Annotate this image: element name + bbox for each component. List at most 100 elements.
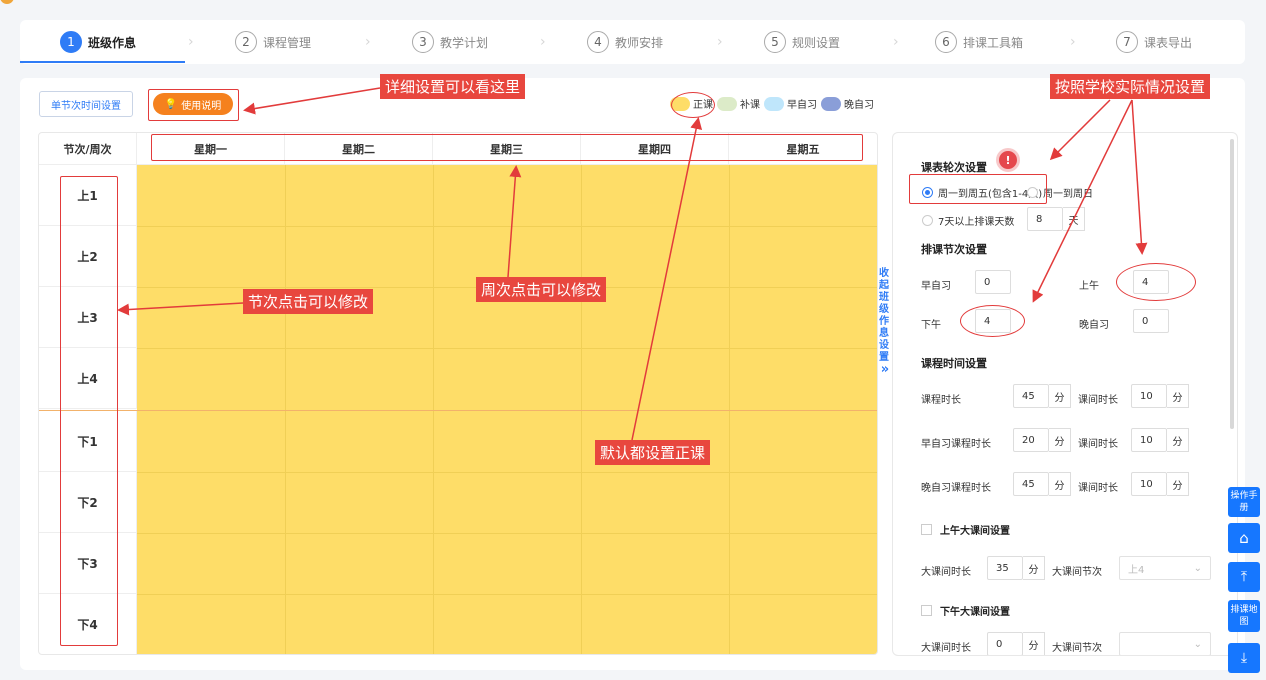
day-header-monday[interactable]: 星期一 — [137, 133, 285, 165]
usage-help-label: 使用说明 — [181, 100, 222, 112]
period-am-1[interactable]: 上1 — [39, 165, 137, 226]
legend-label: 晚自习 — [844, 100, 874, 111]
period-pm-4[interactable]: 下4 — [39, 594, 137, 654]
schedule-map-button[interactable]: 排课地图 — [1228, 600, 1260, 632]
pm-big-break-length-input[interactable]: 0 — [987, 632, 1023, 655]
radio-label: 7天以上排课天数 — [938, 217, 1015, 228]
step-number: 7 — [1116, 31, 1138, 53]
evening-length-input[interactable]: 45 — [1013, 472, 1049, 496]
step-number: 5 — [764, 31, 786, 53]
break-length-input[interactable]: 10 — [1131, 384, 1167, 408]
paint-roller-icon[interactable]: ⌂ — [1228, 523, 1260, 553]
day-header-wednesday[interactable]: 星期三 — [433, 133, 581, 165]
step-teaching-plan[interactable]: 3 教学计划 — [412, 20, 488, 64]
day-header-friday[interactable]: 星期五 — [729, 133, 877, 165]
usage-help-button[interactable]: 💡 使用说明 — [153, 93, 233, 115]
morning-study-count-input[interactable]: 0 — [975, 270, 1011, 294]
class-length-label: 课程时长 — [921, 395, 961, 406]
class-length-input[interactable]: 45 — [1013, 384, 1049, 408]
step-label: 教学计划 — [440, 35, 489, 50]
collapse-settings-toggle[interactable]: 收起班级作息设置 » — [878, 268, 892, 376]
legend-label: 早自习 — [787, 100, 817, 111]
radio-weekdays[interactable]: 周一到周五(包含1-4天) — [922, 185, 1042, 200]
custom-days-unit: 天 — [1063, 207, 1085, 231]
legend-swatch — [821, 96, 841, 111]
class-length-unit: 分 — [1049, 384, 1071, 408]
lightbulb-icon: 💡 — [164, 98, 178, 110]
period-pm-1[interactable]: 下1 — [39, 411, 137, 472]
am-big-break-checkbox[interactable]: 上午大课间设置 — [921, 522, 1010, 537]
step-course-management[interactable]: 2 课程管理 — [235, 20, 311, 64]
evening-study-count-input[interactable]: 0 — [1133, 309, 1169, 333]
custom-days-input[interactable]: 8 — [1027, 207, 1063, 231]
radio-custom-days[interactable]: 7天以上排课天数 — [922, 213, 1014, 228]
operation-manual-button[interactable]: 操作手册 — [1228, 487, 1260, 517]
step-label: 课程管理 — [263, 35, 312, 50]
morning-break-input[interactable]: 10 — [1131, 428, 1167, 452]
grid-divider — [137, 348, 877, 349]
morning-study-label: 早自习 — [921, 281, 951, 292]
step-scheduling-toolbox[interactable]: 6 排课工具箱 — [935, 20, 1023, 64]
checkbox-box — [921, 524, 932, 535]
am-big-break-period-select[interactable]: 上4 ⌄ — [1119, 556, 1211, 580]
chevron-down-icon: ⌄ — [1193, 638, 1202, 650]
pm-label: 下午 — [921, 320, 941, 331]
day-header-tuesday[interactable]: 星期二 — [285, 133, 433, 165]
step-label: 课表导出 — [1144, 35, 1193, 50]
period-am-2[interactable]: 上2 — [39, 226, 137, 287]
grid-divider — [137, 594, 877, 595]
step-number: 6 — [935, 31, 957, 53]
single-period-time-button[interactable]: 单节次时间设置 — [39, 91, 133, 117]
schedule-grid: 节次/周次 星期一 星期二 星期三 星期四 星期五 上1 上2 上3 上4 下1… — [38, 132, 878, 655]
period-am-3[interactable]: 上3 — [39, 287, 137, 348]
step-class-schedule[interactable]: 1 班级作息 — [60, 20, 136, 64]
step-rule-settings[interactable]: 5 规则设置 — [764, 20, 840, 64]
am-big-break-period-label: 大课间节次 — [1052, 567, 1102, 578]
durations-title: 课程时间设置 — [921, 357, 987, 370]
morning-length-input[interactable]: 20 — [1013, 428, 1049, 452]
settings-scrollbar[interactable] — [1230, 139, 1234, 429]
app-logo — [0, 0, 14, 4]
step-navigation: 1 班级作息 › 2 课程管理 › 3 教学计划 › 4 教师安排 › 5 规则… — [20, 20, 1245, 64]
noon-divider — [39, 410, 877, 411]
pm-big-break-checkbox[interactable]: 下午大课间设置 — [921, 603, 1010, 618]
period-pm-3[interactable]: 下3 — [39, 533, 137, 594]
step-teacher-arrangement[interactable]: 4 教师安排 — [587, 20, 663, 64]
step-label: 排课工具箱 — [963, 35, 1024, 50]
step-number: 3 — [412, 31, 434, 53]
annotation-period-click: 节次点击可以修改 — [243, 289, 374, 314]
annotation-week-click: 周次点击可以修改 — [476, 277, 607, 302]
evening-length-unit: 分 — [1049, 472, 1071, 496]
step-label: 班级作息 — [88, 35, 137, 50]
step-label: 规则设置 — [792, 35, 841, 50]
period-am-4[interactable]: 上4 — [39, 348, 137, 409]
step-number: 2 — [235, 31, 257, 53]
evening-break-unit: 分 — [1167, 472, 1189, 496]
pm-big-break-length-unit: 分 — [1023, 632, 1045, 655]
am-count-input[interactable]: 4 — [1133, 270, 1169, 294]
period-pm-2[interactable]: 下2 — [39, 472, 137, 533]
grid-divider — [137, 472, 877, 473]
grid-divider — [137, 533, 877, 534]
alert-icon[interactable]: ! — [999, 151, 1017, 169]
scroll-top-icon[interactable]: ⤒ — [1228, 562, 1260, 592]
radio-full-week[interactable]: 周一到周日 — [1027, 185, 1093, 200]
break-length-unit: 分 — [1167, 384, 1189, 408]
step-number: 4 — [587, 31, 609, 53]
checkbox-label: 上午大课间设置 — [940, 526, 1010, 537]
legend-item-morning-study: 早自习 — [764, 96, 817, 111]
chevron-right-icon: › — [365, 34, 371, 50]
chevron-right-icon: › — [188, 34, 194, 50]
evening-break-input[interactable]: 10 — [1131, 472, 1167, 496]
day-header-thursday[interactable]: 星期四 — [581, 133, 729, 165]
pm-big-break-period-label: 大课间节次 — [1052, 643, 1102, 654]
am-big-break-length-input[interactable]: 35 — [987, 556, 1023, 580]
chevron-right-icon: › — [1070, 34, 1076, 50]
step-label: 教师安排 — [615, 35, 664, 50]
pm-big-break-period-select[interactable]: ⌄ — [1119, 632, 1211, 655]
step-schedule-export[interactable]: 7 课表导出 — [1116, 20, 1192, 64]
checkbox-box — [921, 605, 932, 616]
scroll-bottom-icon[interactable]: ⤓ — [1228, 643, 1260, 673]
pm-count-input[interactable]: 4 — [975, 309, 1011, 333]
annotation-school-settings: 按照学校实际情况设置 — [1050, 74, 1211, 99]
